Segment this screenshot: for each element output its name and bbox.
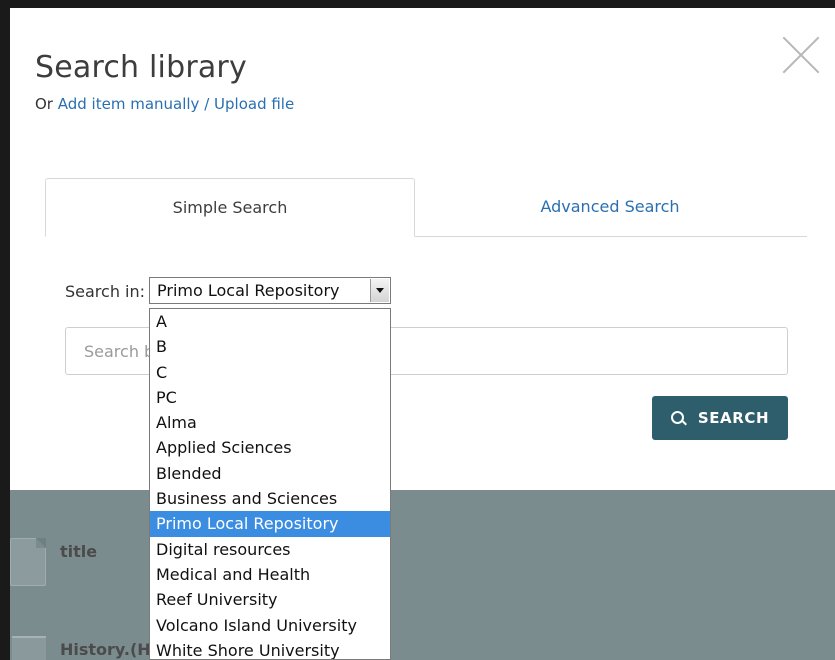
dropdown-option[interactable]: Blended — [150, 461, 390, 486]
tab-advanced-search[interactable]: Advanced Search — [415, 178, 805, 236]
close-icon[interactable] — [781, 34, 821, 74]
results-overlay: title History.(H — [10, 490, 835, 660]
dropdown-option[interactable]: Alma — [150, 410, 390, 435]
search-button-label: SEARCH — [697, 409, 770, 427]
dropdown-option[interactable]: Reef University — [150, 587, 390, 612]
dropdown-option[interactable]: A — [150, 309, 390, 334]
result-title[interactable]: History.(H — [60, 640, 151, 659]
search-tabs: Simple Search Advanced Search — [45, 178, 807, 237]
search-button[interactable]: SEARCH — [652, 396, 788, 440]
search-in-label: Search in: — [65, 282, 146, 301]
add-item-manually-link[interactable]: Add item manually / Upload file — [58, 95, 294, 113]
book-icon — [12, 636, 46, 660]
search-in-selected-value: Primo Local Repository — [157, 281, 340, 300]
modal-title: Search library — [35, 50, 247, 85]
dropdown-option[interactable]: Volcano Island University — [150, 613, 390, 638]
search-in-options-list: A B C PC Alma Applied Sciences Blended B… — [149, 308, 391, 660]
dropdown-option[interactable]: Digital resources — [150, 537, 390, 562]
dropdown-option[interactable]: White Shore University — [150, 638, 390, 659]
dropdown-option[interactable]: C — [150, 360, 390, 385]
dropdown-option[interactable]: B — [150, 334, 390, 359]
dropdown-option[interactable]: Applied Sciences — [150, 435, 390, 460]
tab-simple-search[interactable]: Simple Search — [45, 178, 415, 237]
dropdown-option[interactable]: Medical and Health — [150, 562, 390, 587]
dropdown-arrow-icon[interactable] — [370, 279, 389, 302]
search-icon — [670, 410, 684, 424]
dropdown-option-selected[interactable]: Primo Local Repository — [150, 511, 390, 537]
dropdown-option[interactable]: Business and Sciences — [150, 486, 390, 511]
search-in-select[interactable]: Primo Local Repository — [149, 277, 391, 304]
modal-subtitle: Or Add item manually / Upload file — [35, 95, 294, 113]
result-title[interactable]: title — [60, 542, 97, 561]
search-library-modal: Search library Or Add item manually / Up… — [10, 8, 835, 660]
dropdown-option[interactable]: PC — [150, 385, 390, 410]
document-icon — [10, 538, 46, 586]
subtitle-prefix: Or — [35, 95, 58, 113]
